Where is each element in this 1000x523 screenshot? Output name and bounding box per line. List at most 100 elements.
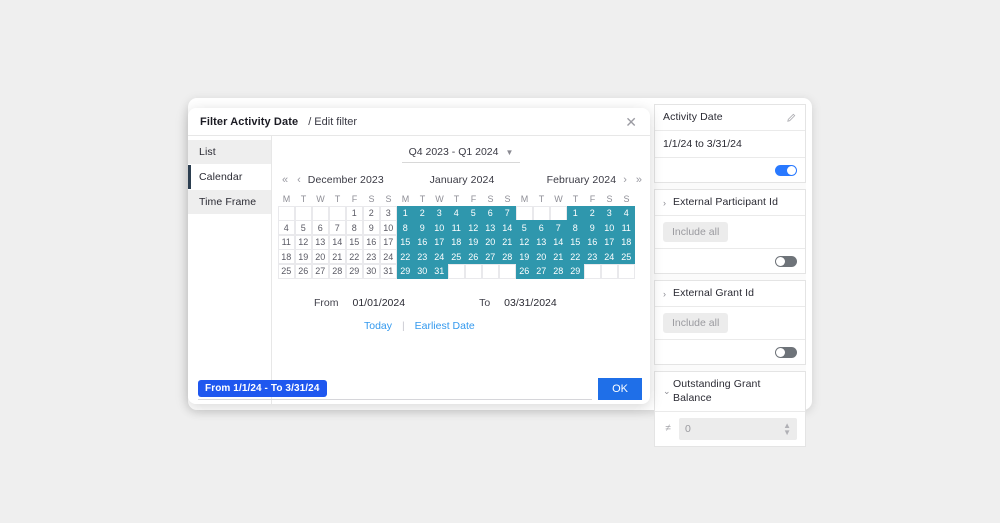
day-cell[interactable]: 20 (311, 249, 329, 264)
day-cell[interactable]: 10 (379, 220, 397, 235)
day-cell[interactable]: 6 (481, 205, 499, 221)
nav-next-icon[interactable]: › (621, 174, 629, 186)
day-cell[interactable]: 16 (413, 234, 431, 250)
day-cell[interactable]: 22 (396, 249, 414, 264)
tab-calendar[interactable]: Calendar (188, 165, 271, 190)
day-cell[interactable]: 27 (311, 263, 329, 279)
chevron-down-icon-balance[interactable]: ⌄ (663, 386, 673, 397)
day-cell[interactable]: 17 (600, 234, 618, 250)
toggle-external-grant-id[interactable] (775, 346, 797, 358)
day-cell[interactable]: 24 (600, 249, 618, 264)
day-cell[interactable]: 1 (345, 205, 363, 221)
day-cell[interactable]: 4 (277, 220, 295, 235)
day-cell[interactable]: 12 (294, 234, 312, 250)
day-cell[interactable]: 16 (362, 234, 380, 250)
day-cell[interactable]: 6 (532, 220, 550, 235)
day-cell[interactable]: 17 (430, 234, 448, 250)
from-value[interactable]: 01/01/2024 (353, 297, 406, 309)
include-all-button-participant[interactable]: Include all (663, 222, 729, 243)
day-cell[interactable]: 26 (294, 263, 312, 279)
day-cell[interactable]: 14 (549, 234, 567, 250)
today-link[interactable]: Today (364, 320, 392, 332)
day-cell[interactable]: 3 (430, 205, 448, 221)
day-cell[interactable]: 18 (617, 234, 635, 250)
day-cell[interactable]: 10 (430, 220, 448, 235)
day-cell[interactable]: 17 (379, 234, 397, 250)
day-cell[interactable]: 29 (396, 263, 414, 279)
day-cell[interactable]: 4 (447, 205, 465, 221)
day-cell[interactable]: 7 (498, 205, 516, 221)
filter-value-row-activity-date[interactable]: 1/1/24 to 3/31/24 (655, 131, 805, 159)
day-cell[interactable]: 13 (481, 220, 499, 235)
day-cell[interactable]: 13 (532, 234, 550, 250)
day-cell[interactable]: 8 (345, 220, 363, 235)
day-cell[interactable]: 23 (413, 249, 431, 264)
day-cell[interactable]: 7 (328, 220, 346, 235)
day-cell[interactable]: 15 (345, 234, 363, 250)
day-cell[interactable]: 24 (379, 249, 397, 264)
include-all-button-grant[interactable]: Include all (663, 313, 729, 334)
day-cell[interactable]: 14 (498, 220, 516, 235)
day-cell[interactable]: 15 (396, 234, 414, 250)
day-cell[interactable]: 26 (515, 263, 533, 279)
day-cell[interactable]: 25 (277, 263, 295, 279)
tab-list[interactable]: List (188, 140, 271, 165)
day-cell[interactable]: 28 (549, 263, 567, 279)
day-cell[interactable]: 19 (515, 249, 533, 264)
earliest-date-link[interactable]: Earliest Date (415, 320, 475, 332)
day-cell[interactable]: 9 (413, 220, 431, 235)
day-cell[interactable]: 13 (311, 234, 329, 250)
day-cell[interactable]: 23 (362, 249, 380, 264)
tab-time-frame[interactable]: Time Frame (188, 190, 271, 215)
day-cell[interactable]: 19 (464, 234, 482, 250)
chevron-right-icon-participant[interactable]: › (663, 198, 673, 208)
operator-not-equal-icon[interactable]: ≠ (663, 423, 673, 434)
day-cell[interactable]: 29 (566, 263, 584, 279)
day-cell[interactable]: 25 (617, 249, 635, 264)
balance-number-input[interactable]: 0 ▲ ▼ (679, 417, 797, 440)
day-cell[interactable]: 2 (413, 205, 431, 221)
day-cell[interactable]: 5 (294, 220, 312, 235)
nav-prev-icon[interactable]: ‹ (295, 174, 303, 186)
chevron-down-icon-quarter[interactable]: ▼ (505, 148, 513, 157)
day-cell[interactable]: 26 (464, 249, 482, 264)
day-cell[interactable]: 21 (328, 249, 346, 264)
day-cell[interactable]: 9 (583, 220, 601, 235)
day-cell[interactable]: 2 (362, 205, 380, 221)
day-cell[interactable]: 31 (379, 263, 397, 279)
chevron-right-icon-grant[interactable]: › (663, 289, 673, 299)
day-cell[interactable]: 4 (617, 205, 635, 221)
day-cell[interactable]: 20 (481, 234, 499, 250)
day-cell[interactable]: 19 (294, 249, 312, 264)
day-cell[interactable]: 12 (515, 234, 533, 250)
day-cell[interactable]: 10 (600, 220, 618, 235)
day-cell[interactable]: 8 (566, 220, 584, 235)
day-cell[interactable]: 21 (498, 234, 516, 250)
selected-range-field[interactable]: From 1/1/24 - To 3/31/24 (198, 378, 593, 400)
day-cell[interactable]: 20 (532, 249, 550, 264)
day-cell[interactable]: 3 (600, 205, 618, 221)
day-cell[interactable]: 22 (566, 249, 584, 264)
day-cell[interactable]: 8 (396, 220, 414, 235)
day-cell[interactable]: 29 (345, 263, 363, 279)
day-cell[interactable]: 24 (430, 249, 448, 264)
stepper-icon[interactable]: ▲ ▼ (783, 421, 791, 436)
day-cell[interactable]: 25 (447, 249, 465, 264)
day-cell[interactable]: 7 (549, 220, 567, 235)
pencil-icon[interactable] (786, 112, 797, 123)
selected-range-chip[interactable]: From 1/1/24 - To 3/31/24 (198, 380, 327, 397)
toggle-external-participant-id[interactable] (775, 255, 797, 267)
day-cell[interactable]: 30 (413, 263, 431, 279)
day-cell[interactable]: 5 (515, 220, 533, 235)
day-cell[interactable]: 11 (617, 220, 635, 235)
day-cell[interactable]: 23 (583, 249, 601, 264)
ok-button[interactable]: OK (598, 378, 642, 400)
day-cell[interactable]: 11 (277, 234, 295, 250)
day-cell[interactable]: 18 (277, 249, 295, 264)
day-cell[interactable]: 31 (430, 263, 448, 279)
toggle-activity-date[interactable] (775, 164, 797, 176)
day-cell[interactable]: 9 (362, 220, 380, 235)
day-cell[interactable]: 22 (345, 249, 363, 264)
day-cell[interactable]: 27 (481, 249, 499, 264)
day-cell[interactable]: 30 (362, 263, 380, 279)
